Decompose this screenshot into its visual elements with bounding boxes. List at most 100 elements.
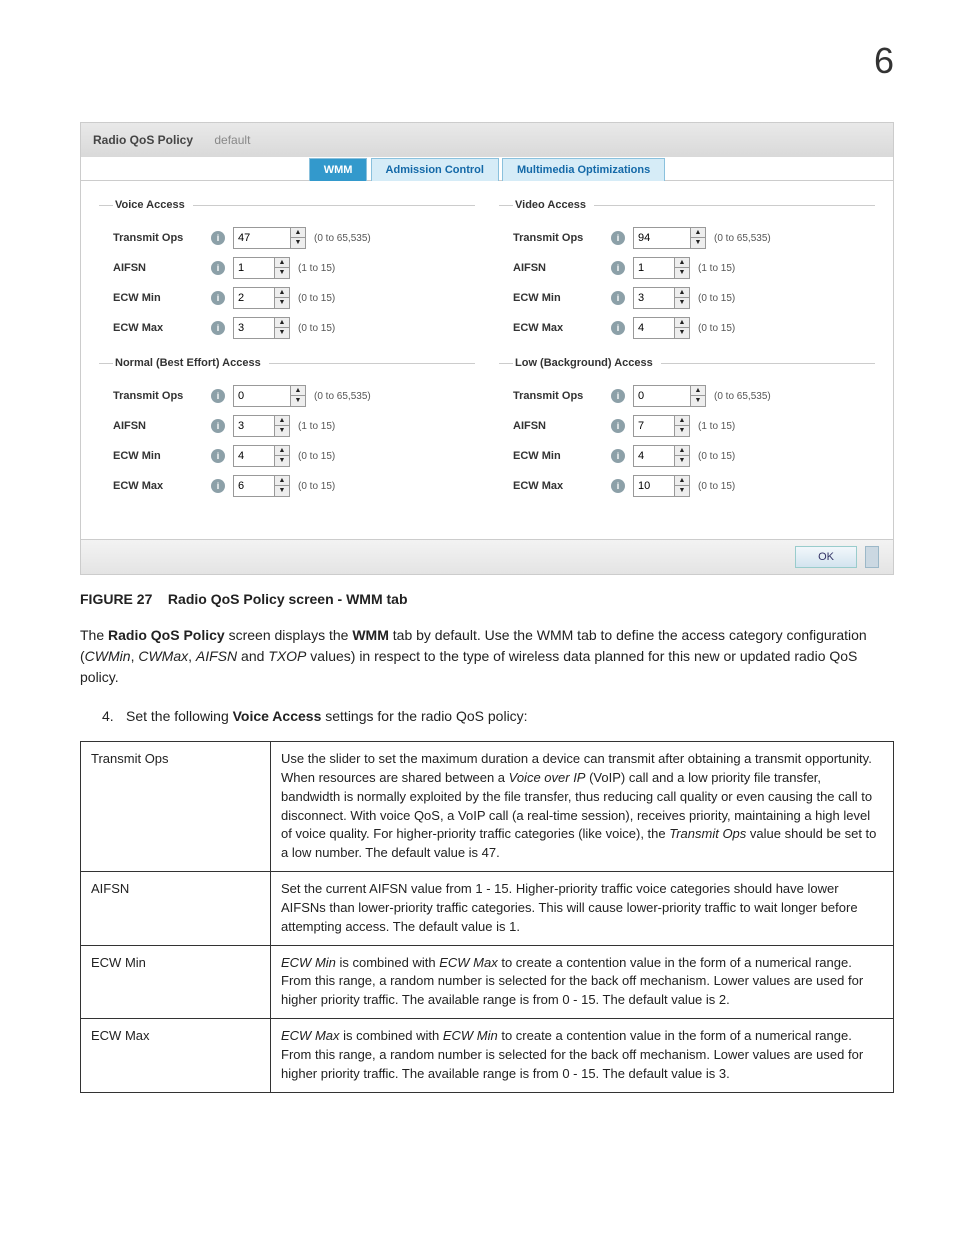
spin-up-icon[interactable]: ▲: [675, 258, 689, 268]
spin-up-icon[interactable]: ▲: [675, 446, 689, 456]
input[interactable]: [234, 228, 290, 248]
input[interactable]: [234, 288, 274, 308]
spin-down-icon[interactable]: ▼: [675, 298, 689, 308]
spin-up-icon[interactable]: ▲: [691, 386, 705, 396]
spin-down-icon[interactable]: ▼: [275, 426, 289, 436]
voice-aifsn-row: AIFSN i ▲▼ (1 to 15): [113, 257, 475, 279]
spin-down-icon[interactable]: ▼: [291, 396, 305, 406]
normal-ecwmax-row: ECW Max i ▲▼ (0 to 15): [113, 475, 475, 497]
input[interactable]: [634, 416, 674, 436]
spin-up-icon[interactable]: ▲: [291, 228, 305, 238]
spin-down-icon[interactable]: ▼: [691, 396, 705, 406]
input[interactable]: [634, 318, 674, 338]
video-ecwmin-input[interactable]: ▲▼: [633, 287, 690, 309]
field-label: ECW Max: [513, 322, 611, 334]
info-icon[interactable]: i: [611, 291, 625, 305]
info-icon[interactable]: i: [611, 449, 625, 463]
low-aifsn-input[interactable]: ▲▼: [633, 415, 690, 437]
info-icon[interactable]: i: [611, 261, 625, 275]
info-icon[interactable]: i: [611, 231, 625, 245]
spin-up-icon[interactable]: ▲: [275, 476, 289, 486]
ok-button[interactable]: OK: [795, 546, 857, 568]
spin-up-icon[interactable]: ▲: [675, 318, 689, 328]
info-icon[interactable]: i: [611, 479, 625, 493]
spin-down-icon[interactable]: ▼: [275, 268, 289, 278]
tab-wmm[interactable]: WMM: [309, 158, 368, 181]
info-icon[interactable]: i: [211, 449, 225, 463]
field-label: AIFSN: [113, 420, 211, 432]
right-column: Video Access Transmit Ops i ▲▼ (0 to 65,…: [499, 193, 875, 515]
video-ecwmax-input[interactable]: ▲▼: [633, 317, 690, 339]
spin-up-icon[interactable]: ▲: [275, 416, 289, 426]
spin-up-icon[interactable]: ▲: [675, 416, 689, 426]
info-icon[interactable]: i: [211, 419, 225, 433]
voice-access-group: Voice Access Transmit Ops i ▲▼ (0 to 65,…: [99, 199, 475, 347]
spin-up-icon[interactable]: ▲: [275, 446, 289, 456]
spin-up-icon[interactable]: ▲: [275, 258, 289, 268]
input[interactable]: [634, 386, 690, 406]
info-icon[interactable]: i: [611, 419, 625, 433]
spin-up-icon[interactable]: ▲: [691, 228, 705, 238]
normal-ecwmin-input[interactable]: ▲▼: [233, 445, 290, 467]
voice-ecwmin-input[interactable]: ▲▼: [233, 287, 290, 309]
spin-down-icon[interactable]: ▼: [675, 328, 689, 338]
low-transmit-input[interactable]: ▲▼: [633, 385, 706, 407]
field-label: ECW Min: [513, 450, 611, 462]
video-aifsn-input[interactable]: ▲▼: [633, 257, 690, 279]
text-bold: WMM: [352, 627, 389, 643]
voice-ecwmax-input[interactable]: ▲▼: [233, 317, 290, 339]
info-icon[interactable]: i: [211, 479, 225, 493]
input[interactable]: [234, 318, 274, 338]
info-icon[interactable]: i: [611, 389, 625, 403]
voice-aifsn-input[interactable]: ▲▼: [233, 257, 290, 279]
spin-down-icon[interactable]: ▼: [675, 268, 689, 278]
spin-down-icon[interactable]: ▼: [691, 238, 705, 248]
spin-down-icon[interactable]: ▼: [275, 298, 289, 308]
hint: (1 to 15): [698, 263, 735, 274]
voice-transmit-input[interactable]: ▲▼: [233, 227, 306, 249]
input[interactable]: [234, 386, 290, 406]
spin-down-icon[interactable]: ▼: [675, 456, 689, 466]
info-icon[interactable]: i: [211, 321, 225, 335]
input[interactable]: [634, 476, 674, 496]
input[interactable]: [634, 288, 674, 308]
spin-down-icon[interactable]: ▼: [675, 486, 689, 496]
tab-admission-control[interactable]: Admission Control: [371, 158, 499, 181]
input[interactable]: [234, 258, 274, 278]
spin-up-icon[interactable]: ▲: [275, 318, 289, 328]
paragraph-1: The Radio QoS Policy screen displays the…: [80, 625, 894, 688]
normal-ecwmax-input[interactable]: ▲▼: [233, 475, 290, 497]
spin-down-icon[interactable]: ▼: [275, 328, 289, 338]
figure-caption: FIGURE 27 Radio QoS Policy screen - WMM …: [80, 591, 894, 607]
input[interactable]: [634, 228, 690, 248]
input[interactable]: [234, 476, 274, 496]
input[interactable]: [634, 258, 674, 278]
info-icon[interactable]: i: [611, 321, 625, 335]
desc-cell: Use the slider to set the maximum durati…: [271, 742, 894, 872]
normal-transmit-input[interactable]: ▲▼: [233, 385, 306, 407]
low-ecwmax-input[interactable]: ▲▼: [633, 475, 690, 497]
info-icon[interactable]: i: [211, 389, 225, 403]
tab-multimedia-optimizations[interactable]: Multimedia Optimizations: [502, 158, 665, 181]
video-transmit-input[interactable]: ▲▼: [633, 227, 706, 249]
input[interactable]: [234, 416, 274, 436]
spin-up-icon[interactable]: ▲: [291, 386, 305, 396]
spin-up-icon[interactable]: ▲: [275, 288, 289, 298]
spin-down-icon[interactable]: ▼: [675, 426, 689, 436]
low-ecwmin-input[interactable]: ▲▼: [633, 445, 690, 467]
info-icon[interactable]: i: [211, 261, 225, 275]
input[interactable]: [634, 446, 674, 466]
text-italic: ECW Max: [439, 955, 498, 970]
input[interactable]: [234, 446, 274, 466]
info-icon[interactable]: i: [211, 231, 225, 245]
spin-up-icon[interactable]: ▲: [675, 288, 689, 298]
field-label: Transmit Ops: [513, 390, 611, 402]
table-row: ECW Min ECW Min is combined with ECW Max…: [81, 945, 894, 1019]
spin-up-icon[interactable]: ▲: [675, 476, 689, 486]
normal-aifsn-input[interactable]: ▲▼: [233, 415, 290, 437]
spin-down-icon[interactable]: ▼: [291, 238, 305, 248]
info-icon[interactable]: i: [211, 291, 225, 305]
voice-access-legend: Voice Access: [113, 199, 193, 211]
spin-down-icon[interactable]: ▼: [275, 456, 289, 466]
spin-down-icon[interactable]: ▼: [275, 486, 289, 496]
